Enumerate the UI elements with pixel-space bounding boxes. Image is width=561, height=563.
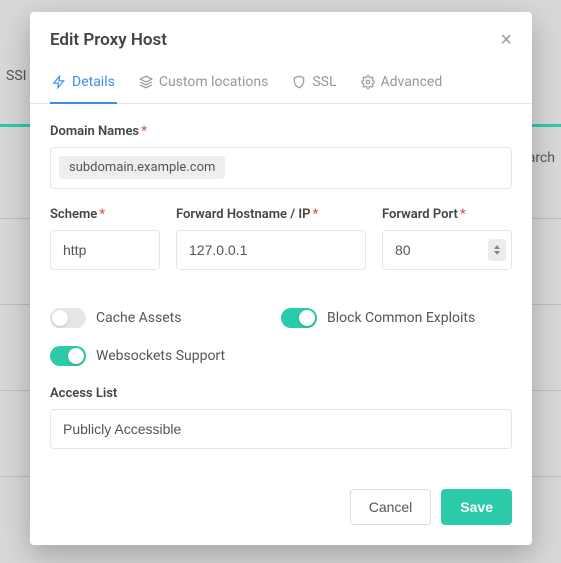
tab-custom-locations-label: Custom locations: [159, 74, 269, 90]
domain-chip[interactable]: subdomain.example.com: [59, 156, 225, 179]
websockets-toggle[interactable]: [50, 346, 86, 366]
scheme-group: Scheme*: [50, 207, 160, 270]
gear-icon: [361, 75, 375, 89]
lightning-icon: [52, 75, 66, 89]
tab-custom-locations[interactable]: Custom locations: [137, 64, 271, 104]
modal-header: Edit Proxy Host ×: [30, 12, 532, 64]
modal-footer: Cancel Save: [30, 473, 532, 545]
forward-port-label-text: Forward Port: [382, 207, 458, 222]
required-marker: *: [312, 207, 318, 222]
shield-icon: [292, 75, 306, 89]
scheme-label-text: Scheme: [50, 207, 97, 222]
websockets-label: Websockets Support: [96, 348, 225, 364]
modal-title: Edit Proxy Host: [50, 30, 167, 50]
required-marker: *: [99, 207, 105, 222]
websockets-toggle-item: Websockets Support: [50, 346, 281, 366]
toggle-row: Cache Assets Block Common Exploits Webso…: [50, 308, 512, 366]
tab-bar: Details Custom locations SSL Advanced: [30, 64, 532, 104]
block-exploits-toggle-item: Block Common Exploits: [281, 308, 512, 328]
domain-names-group: Domain Names* subdomain.example.com: [50, 124, 512, 189]
tab-advanced-label: Advanced: [381, 74, 443, 90]
tab-ssl-label: SSL: [312, 74, 336, 90]
save-button[interactable]: Save: [441, 489, 512, 525]
domain-names-input[interactable]: subdomain.example.com: [50, 147, 512, 189]
forward-port-label: Forward Port*: [382, 207, 512, 222]
scheme-label: Scheme*: [50, 207, 160, 222]
cache-assets-toggle-item: Cache Assets: [50, 308, 281, 328]
forward-host-label: Forward Hostname / IP*: [176, 207, 366, 222]
forward-port-group: Forward Port*: [382, 207, 512, 270]
close-button[interactable]: ×: [500, 30, 512, 50]
tab-details[interactable]: Details: [50, 64, 117, 104]
access-list-group: Access List: [50, 386, 512, 449]
forward-host-input[interactable]: [176, 230, 366, 270]
cache-assets-toggle[interactable]: [50, 308, 86, 328]
cancel-button[interactable]: Cancel: [350, 489, 432, 525]
required-marker: *: [460, 207, 466, 222]
port-stepper[interactable]: [488, 239, 506, 261]
forward-row: Scheme* Forward Hostname / IP* Forward P…: [50, 207, 512, 288]
forward-host-label-text: Forward Hostname / IP: [176, 207, 310, 222]
tab-details-label: Details: [72, 74, 115, 90]
block-exploits-toggle[interactable]: [281, 308, 317, 328]
access-list-label: Access List: [50, 386, 512, 401]
block-exploits-label: Block Common Exploits: [327, 310, 475, 326]
close-icon: ×: [500, 29, 512, 51]
required-marker: *: [141, 124, 147, 139]
scheme-input[interactable]: [50, 230, 160, 270]
stack-icon: [139, 75, 153, 89]
cache-assets-label: Cache Assets: [96, 310, 181, 326]
tab-ssl[interactable]: SSL: [290, 64, 338, 104]
access-list-select[interactable]: [50, 409, 512, 449]
backdrop-text-left: SSI: [6, 68, 26, 84]
domain-names-label-text: Domain Names: [50, 124, 139, 139]
forward-host-group: Forward Hostname / IP*: [176, 207, 366, 270]
edit-proxy-host-modal: Edit Proxy Host × Details Custom locatio…: [30, 12, 532, 545]
modal-body: Domain Names* subdomain.example.com Sche…: [30, 104, 532, 473]
tab-advanced[interactable]: Advanced: [359, 64, 445, 104]
domain-names-label: Domain Names*: [50, 124, 512, 139]
